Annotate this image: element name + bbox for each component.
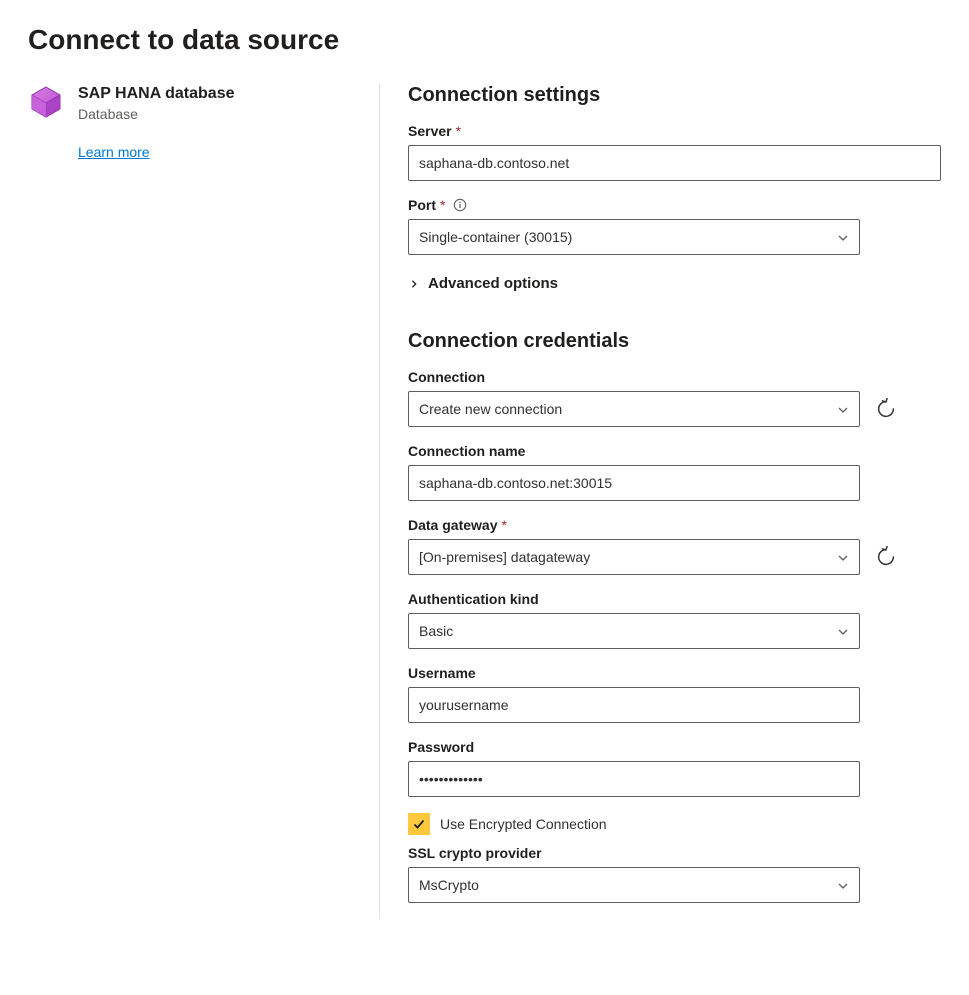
ssl-provider-select-value: MsCrypto [419,877,479,893]
refresh-gateway-button[interactable] [872,543,900,571]
refresh-icon [875,398,897,420]
password-label-text: Password [408,739,474,755]
source-name: SAP HANA database [78,84,351,104]
ssl-provider-label-text: SSL crypto provider [408,845,542,861]
connection-select[interactable]: Create new connection [408,391,860,427]
port-select[interactable]: Single-container (30015) [408,219,860,255]
auth-kind-label-text: Authentication kind [408,591,539,607]
connection-label: Connection [408,369,941,385]
learn-more-link[interactable]: Learn more [78,144,150,160]
advanced-options-label: Advanced options [428,275,558,292]
password-input[interactable] [408,761,860,797]
required-indicator: * [501,517,506,533]
auth-kind-select[interactable]: Basic [408,613,860,649]
data-gateway-select-value: [On-premises] datagateway [419,549,590,565]
source-summary-panel: SAP HANA database Database Learn more [28,84,380,919]
connection-settings-heading: Connection settings [408,84,941,107]
username-input[interactable] [408,687,860,723]
server-label-text: Server [408,123,452,139]
server-input[interactable] [408,145,941,181]
server-label: Server * [408,123,941,139]
chevron-down-icon [837,231,849,243]
port-select-value: Single-container (30015) [419,229,572,245]
cube-icon [28,84,64,120]
ssl-provider-select[interactable]: MsCrypto [408,867,860,903]
auth-kind-select-value: Basic [419,623,453,639]
connection-select-value: Create new connection [419,401,562,417]
chevron-down-icon [837,403,849,415]
username-label: Username [408,665,941,681]
chevron-down-icon [837,625,849,637]
connection-credentials-heading: Connection credentials [408,330,941,353]
auth-kind-label: Authentication kind [408,591,941,607]
data-gateway-select[interactable]: [On-premises] datagateway [408,539,860,575]
required-indicator: * [440,197,445,213]
port-label-text: Port [408,197,436,213]
chevron-right-icon [408,278,420,290]
data-gateway-label-text: Data gateway [408,517,497,533]
ssl-provider-label: SSL crypto provider [408,845,941,861]
connection-name-input[interactable] [408,465,860,501]
encrypted-connection-checkbox[interactable] [408,813,430,835]
check-icon [412,817,426,831]
required-indicator: * [456,123,461,139]
username-label-text: Username [408,665,476,681]
connection-name-label: Connection name [408,443,941,459]
encrypted-connection-label: Use Encrypted Connection [440,816,607,832]
advanced-options-toggle[interactable]: Advanced options [408,275,941,292]
refresh-connection-button[interactable] [872,395,900,423]
chevron-down-icon [837,879,849,891]
password-label: Password [408,739,941,755]
data-gateway-label: Data gateway * [408,517,941,533]
info-icon[interactable] [453,198,467,212]
page-title: Connect to data source [28,24,941,56]
chevron-down-icon [837,551,849,563]
refresh-icon [875,546,897,568]
port-label: Port * [408,197,941,213]
source-category: Database [78,106,351,122]
connection-name-label-text: Connection name [408,443,525,459]
connection-label-text: Connection [408,369,485,385]
